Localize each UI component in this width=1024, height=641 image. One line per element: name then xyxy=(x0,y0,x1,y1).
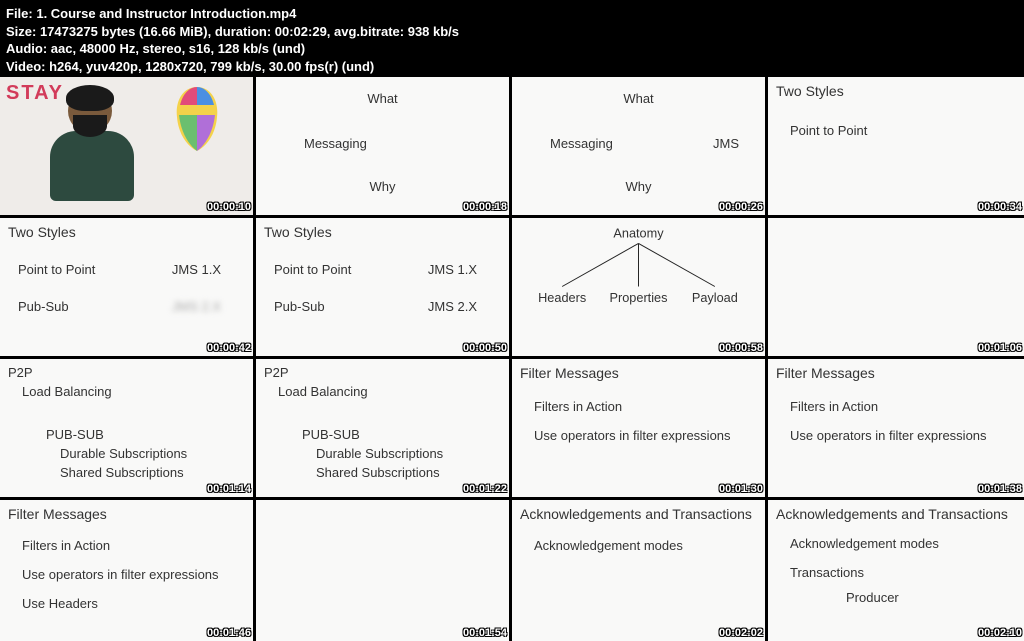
timestamp: 00:00:10 xyxy=(207,201,251,213)
line: Shared Subscriptions xyxy=(60,465,245,480)
timestamp: 00:02:10 xyxy=(978,627,1022,639)
line: Durable Subscriptions xyxy=(316,446,501,461)
line: JMS 1.X xyxy=(428,262,477,277)
slide-title: Filter Messages xyxy=(520,365,757,381)
thumbnail-grid: STAY 00:00:10 What Messaging Why 00:00:1… xyxy=(0,77,1024,641)
line: Use operators in filter expressions xyxy=(790,428,1016,443)
slide-title: Two Styles xyxy=(8,224,245,240)
timestamp: 00:01:30 xyxy=(719,483,763,495)
line: Point to Point xyxy=(18,262,95,277)
thumb-16: Acknowledgements and Transactions Acknow… xyxy=(768,500,1024,641)
line: JMS 2.X xyxy=(428,299,477,314)
thumb-1: STAY 00:00:10 xyxy=(0,77,256,218)
line: Durable Subscriptions xyxy=(60,446,245,461)
timestamp: 00:00:42 xyxy=(207,342,251,354)
thumb-5: Two Styles Point to Point JMS 1.X Pub-Su… xyxy=(0,218,256,359)
slide-title: Acknowledgements and Transactions xyxy=(520,506,757,522)
video-line: Video: h264, yuv420p, 1280x720, 799 kb/s… xyxy=(6,58,1018,76)
timestamp: 00:00:18 xyxy=(463,201,507,213)
line: Acknowledgement modes xyxy=(790,536,1016,551)
anatomy-leaf: Payload xyxy=(692,290,738,305)
line: Acknowledgement modes xyxy=(534,538,757,553)
line: Pub-Sub xyxy=(274,299,325,314)
line: Pub-Sub xyxy=(18,299,69,314)
anatomy-leaf: Properties xyxy=(610,290,668,305)
line: PUB-SUB xyxy=(46,427,245,442)
thumb-3: What Messaging JMS Why 00:00:26 xyxy=(512,77,768,218)
line: What xyxy=(520,91,757,106)
poster-bg: STAY xyxy=(0,77,253,215)
line: Load Balancing xyxy=(22,384,245,399)
line: Filters in Action xyxy=(534,399,757,414)
thumb-11: Filter Messages Filters in Action Use op… xyxy=(512,359,768,500)
timestamp: 00:01:54 xyxy=(463,627,507,639)
line: P2P xyxy=(264,365,501,380)
slide-title: Two Styles xyxy=(776,83,1016,99)
slide-title: Two Styles xyxy=(264,224,501,240)
line: Messaging xyxy=(304,136,501,151)
line: Load Balancing xyxy=(278,384,501,399)
line: Filters in Action xyxy=(22,538,245,553)
thumb-7: Anatomy Headers Properties Payload 00:00… xyxy=(512,218,768,359)
anatomy-leaf: Headers xyxy=(538,290,586,305)
line: Shared Subscriptions xyxy=(316,465,501,480)
timestamp: 00:01:14 xyxy=(207,483,251,495)
thumb-12: Filter Messages Filters in Action Use op… xyxy=(768,359,1024,500)
line: JMS 1.X xyxy=(172,262,221,277)
thumb-4: Two Styles Point to Point 00:00:34 xyxy=(768,77,1024,218)
line: P2P xyxy=(8,365,245,380)
speaker-figure xyxy=(50,89,130,214)
line: JMS xyxy=(713,136,739,151)
line-blurred: JMS 2.X xyxy=(172,299,221,314)
line: Producer xyxy=(846,590,1016,605)
portrait-art xyxy=(165,81,229,171)
thumb-9: P2P Load Balancing PUB-SUB Durable Subsc… xyxy=(0,359,256,500)
thumb-13: Filter Messages Filters in Action Use op… xyxy=(0,500,256,641)
thumb-10: P2P Load Balancing PUB-SUB Durable Subsc… xyxy=(256,359,512,500)
size-line: Size: 17473275 bytes (16.66 MiB), durati… xyxy=(6,23,1018,41)
media-info-header: File: 1. Course and Instructor Introduct… xyxy=(0,0,1024,77)
audio-line: Audio: aac, 48000 Hz, stereo, s16, 128 k… xyxy=(6,40,1018,58)
line: PUB-SUB xyxy=(302,427,501,442)
line: Use operators in filter expressions xyxy=(22,567,245,582)
timestamp: 00:01:22 xyxy=(463,483,507,495)
anatomy-diagram: Anatomy Headers Properties Payload xyxy=(512,218,765,356)
line: Filters in Action xyxy=(790,399,1016,414)
timestamp: 00:02:02 xyxy=(719,627,763,639)
timestamp: 00:00:26 xyxy=(719,201,763,213)
file-line: File: 1. Course and Instructor Introduct… xyxy=(6,5,1018,23)
line: Point to Point xyxy=(790,123,1016,138)
thumb-8: 00:01:06 xyxy=(768,218,1024,359)
timestamp: 00:01:06 xyxy=(978,342,1022,354)
timestamp: 00:01:46 xyxy=(207,627,251,639)
timestamp: 00:00:34 xyxy=(978,201,1022,213)
thumb-14: 00:01:54 xyxy=(256,500,512,641)
slide-title: Filter Messages xyxy=(776,365,1016,381)
line: Messaging xyxy=(550,136,613,151)
timestamp: 00:00:58 xyxy=(719,342,763,354)
thumb-6: Two Styles Point to Point JMS 1.X Pub-Su… xyxy=(256,218,512,359)
thumb-15: Acknowledgements and Transactions Acknow… xyxy=(512,500,768,641)
thumb-2: What Messaging Why 00:00:18 xyxy=(256,77,512,218)
anatomy-root: Anatomy xyxy=(613,226,664,241)
timestamp: 00:00:50 xyxy=(463,342,507,354)
line: Use operators in filter expressions xyxy=(534,428,757,443)
line: What xyxy=(264,91,501,106)
line: Why xyxy=(520,179,757,194)
line: Point to Point xyxy=(274,262,351,277)
line: Transactions xyxy=(790,565,1016,580)
slide-title: Filter Messages xyxy=(8,506,245,522)
timestamp: 00:01:38 xyxy=(978,483,1022,495)
slide-title: Acknowledgements and Transactions xyxy=(776,506,1016,522)
line: Why xyxy=(264,179,501,194)
line: Use Headers xyxy=(22,596,245,611)
